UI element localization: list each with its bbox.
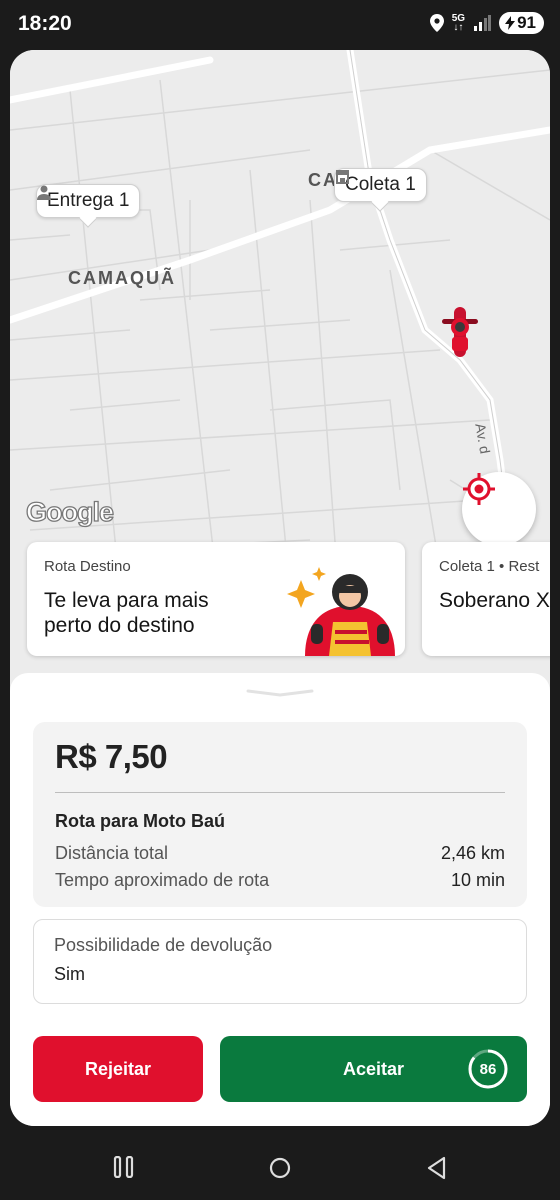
divider — [55, 792, 505, 793]
accept-button-label: Aceitar — [342, 1058, 405, 1079]
store-icon — [336, 170, 349, 184]
back-icon[interactable] — [425, 1156, 449, 1180]
offer-bottom-sheet: R$ 7,50 Rota para Moto Baú Distância tot… — [10, 673, 550, 1126]
delivery-pin-label: Entrega 1 — [47, 190, 130, 211]
return-label: Possibilidade de devolução — [54, 935, 273, 955]
countdown-timer: 86 — [467, 1048, 509, 1090]
route-type-title: Rota para Moto Baú — [55, 811, 226, 831]
network-type-icon: 5G ↓↑ — [451, 13, 466, 33]
app-sheet: CAMAQUÃ CA Av. d Entrega 1 Coleta 1 Goog… — [10, 50, 550, 1126]
sheet-handle-chevron-icon[interactable] — [246, 689, 314, 697]
return-value: Sim — [54, 964, 85, 984]
recent-apps-icon[interactable] — [112, 1156, 136, 1178]
card-title: Te leva para mais perto do destino — [44, 589, 209, 637]
location-icon — [429, 14, 444, 32]
status-bar: 18:20 5G ↓↑ 91 — [0, 0, 560, 50]
card-title: Soberano X — [439, 589, 550, 612]
time-row: Tempo aproximado de rota 10 min — [55, 870, 505, 891]
distance-label: Distância total — [55, 843, 169, 863]
google-logo: Google — [25, 496, 114, 527]
status-time: 18:20 — [18, 12, 72, 35]
card-eyebrow: Rota Destino — [44, 558, 131, 575]
reject-button[interactable]: Rejeitar — [33, 1036, 203, 1102]
offer-summary: R$ 7,50 Rota para Moto Baú Distância tot… — [33, 722, 527, 907]
pickup-pin-label: Coleta 1 — [345, 174, 416, 195]
accept-button[interactable]: Aceitar 86 — [220, 1036, 527, 1102]
system-navigation-bar — [0, 1134, 560, 1200]
recenter-location-button[interactable] — [462, 472, 536, 546]
card-eyebrow: Coleta 1 • Rest — [439, 558, 540, 575]
countdown-value: 86 — [479, 1060, 497, 1078]
status-icons: 5G ↓↑ 91 — [429, 12, 544, 34]
pickup-pin[interactable]: Coleta 1 — [334, 168, 427, 202]
charging-icon — [505, 16, 516, 30]
signal-icon — [474, 15, 492, 31]
distance-value: 2,46 km — [440, 843, 505, 863]
time-label: Tempo aproximado de rota — [55, 870, 270, 890]
return-possibility-box: Possibilidade de devolução Sim — [33, 919, 527, 1004]
home-icon[interactable] — [268, 1156, 292, 1180]
route-destination-card[interactable]: Rota Destino Te leva para mais perto do … — [27, 542, 405, 656]
distance-row: Distância total 2,46 km — [55, 843, 505, 864]
neighborhood-label: CAMAQUÃ — [68, 268, 176, 288]
battery-indicator: 91 — [499, 12, 544, 34]
crosshair-icon — [463, 473, 495, 505]
time-value: 10 min — [450, 870, 505, 890]
pickup-restaurant-card[interactable]: Coleta 1 • Rest Soberano X — [422, 542, 550, 656]
offer-price: R$ 7,50 — [55, 738, 168, 775]
delivery-pin[interactable]: Entrega 1 — [36, 184, 141, 218]
courier-motorcycle-icon — [442, 307, 478, 357]
courier-mascot-illustration — [287, 567, 395, 656]
person-icon — [37, 185, 51, 200]
